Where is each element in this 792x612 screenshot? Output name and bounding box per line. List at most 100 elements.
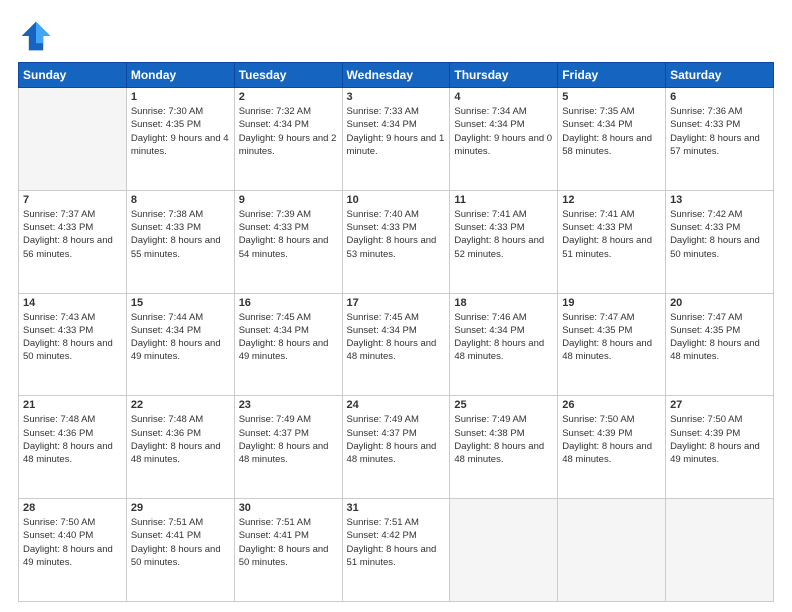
header xyxy=(18,18,774,54)
day-number: 27 xyxy=(670,399,769,411)
sunset-line: Sunset: 4:33 PM xyxy=(131,221,230,234)
sunrise-line: Sunrise: 7:48 AM xyxy=(131,413,230,426)
weekday-header-friday: Friday xyxy=(558,63,666,88)
calendar-cell: 4 Sunrise: 7:34 AM Sunset: 4:34 PM Dayli… xyxy=(450,88,558,191)
sunrise-line: Sunrise: 7:43 AM xyxy=(23,311,122,324)
daylight-label: Daylight: 9 hours and 2 minutes. xyxy=(239,132,338,159)
day-number: 20 xyxy=(670,297,769,309)
day-number: 29 xyxy=(131,502,230,514)
daylight-label: Daylight: 8 hours and 48 minutes. xyxy=(239,440,338,467)
day-number: 7 xyxy=(23,194,122,206)
sunset-line: Sunset: 4:37 PM xyxy=(239,427,338,440)
weekday-header-sunday: Sunday xyxy=(19,63,127,88)
calendar-cell: 3 Sunrise: 7:33 AM Sunset: 4:34 PM Dayli… xyxy=(342,88,450,191)
calendar-cell: 1 Sunrise: 7:30 AM Sunset: 4:35 PM Dayli… xyxy=(126,88,234,191)
day-number: 30 xyxy=(239,502,338,514)
calendar-cell: 5 Sunrise: 7:35 AM Sunset: 4:34 PM Dayli… xyxy=(558,88,666,191)
sunrise-line: Sunrise: 7:30 AM xyxy=(131,105,230,118)
sunset-line: Sunset: 4:33 PM xyxy=(670,118,769,131)
sunrise-line: Sunrise: 7:33 AM xyxy=(347,105,446,118)
daylight-label: Daylight: 8 hours and 48 minutes. xyxy=(131,440,230,467)
daylight-label: Daylight: 8 hours and 48 minutes. xyxy=(454,337,553,364)
day-number: 1 xyxy=(131,91,230,103)
daylight-label: Daylight: 8 hours and 50 minutes. xyxy=(131,543,230,570)
day-number: 21 xyxy=(23,399,122,411)
weekday-header-saturday: Saturday xyxy=(666,63,774,88)
sunset-line: Sunset: 4:33 PM xyxy=(670,221,769,234)
day-number: 2 xyxy=(239,91,338,103)
calendar-cell xyxy=(450,499,558,602)
day-number: 24 xyxy=(347,399,446,411)
sunrise-line: Sunrise: 7:41 AM xyxy=(562,208,661,221)
day-number: 14 xyxy=(23,297,122,309)
calendar-cell: 16 Sunrise: 7:45 AM Sunset: 4:34 PM Dayl… xyxy=(234,293,342,396)
sunset-line: Sunset: 4:42 PM xyxy=(347,529,446,542)
daylight-label: Daylight: 8 hours and 55 minutes. xyxy=(131,234,230,261)
sunrise-line: Sunrise: 7:48 AM xyxy=(23,413,122,426)
sunset-line: Sunset: 4:37 PM xyxy=(347,427,446,440)
calendar-cell: 14 Sunrise: 7:43 AM Sunset: 4:33 PM Dayl… xyxy=(19,293,127,396)
week-row-2: 7 Sunrise: 7:37 AM Sunset: 4:33 PM Dayli… xyxy=(19,190,774,293)
sunset-line: Sunset: 4:41 PM xyxy=(131,529,230,542)
calendar-cell: 31 Sunrise: 7:51 AM Sunset: 4:42 PM Dayl… xyxy=(342,499,450,602)
weekday-header-monday: Monday xyxy=(126,63,234,88)
calendar-cell: 6 Sunrise: 7:36 AM Sunset: 4:33 PM Dayli… xyxy=(666,88,774,191)
daylight-label: Daylight: 8 hours and 49 minutes. xyxy=(23,543,122,570)
calendar-cell: 23 Sunrise: 7:49 AM Sunset: 4:37 PM Dayl… xyxy=(234,396,342,499)
calendar-cell: 29 Sunrise: 7:51 AM Sunset: 4:41 PM Dayl… xyxy=(126,499,234,602)
weekday-header-wednesday: Wednesday xyxy=(342,63,450,88)
daylight-label: Daylight: 8 hours and 49 minutes. xyxy=(131,337,230,364)
calendar-cell: 8 Sunrise: 7:38 AM Sunset: 4:33 PM Dayli… xyxy=(126,190,234,293)
sunrise-line: Sunrise: 7:51 AM xyxy=(239,516,338,529)
sunset-line: Sunset: 4:36 PM xyxy=(23,427,122,440)
sunrise-line: Sunrise: 7:41 AM xyxy=(454,208,553,221)
sunset-line: Sunset: 4:34 PM xyxy=(562,118,661,131)
daylight-label: Daylight: 8 hours and 50 minutes. xyxy=(670,234,769,261)
calendar-cell: 15 Sunrise: 7:44 AM Sunset: 4:34 PM Dayl… xyxy=(126,293,234,396)
calendar-cell: 19 Sunrise: 7:47 AM Sunset: 4:35 PM Dayl… xyxy=(558,293,666,396)
calendar-cell: 27 Sunrise: 7:50 AM Sunset: 4:39 PM Dayl… xyxy=(666,396,774,499)
sunrise-line: Sunrise: 7:45 AM xyxy=(347,311,446,324)
sunset-line: Sunset: 4:34 PM xyxy=(454,324,553,337)
calendar-cell: 11 Sunrise: 7:41 AM Sunset: 4:33 PM Dayl… xyxy=(450,190,558,293)
daylight-label: Daylight: 9 hours and 0 minutes. xyxy=(454,132,553,159)
calendar-cell: 30 Sunrise: 7:51 AM Sunset: 4:41 PM Dayl… xyxy=(234,499,342,602)
calendar-cell xyxy=(558,499,666,602)
sunset-line: Sunset: 4:36 PM xyxy=(131,427,230,440)
sunset-line: Sunset: 4:41 PM xyxy=(239,529,338,542)
sunrise-line: Sunrise: 7:35 AM xyxy=(562,105,661,118)
daylight-label: Daylight: 8 hours and 48 minutes. xyxy=(562,440,661,467)
calendar-cell: 22 Sunrise: 7:48 AM Sunset: 4:36 PM Dayl… xyxy=(126,396,234,499)
sunrise-line: Sunrise: 7:39 AM xyxy=(239,208,338,221)
sunrise-line: Sunrise: 7:45 AM xyxy=(239,311,338,324)
sunset-line: Sunset: 4:35 PM xyxy=(562,324,661,337)
week-row-3: 14 Sunrise: 7:43 AM Sunset: 4:33 PM Dayl… xyxy=(19,293,774,396)
calendar-cell xyxy=(19,88,127,191)
day-number: 18 xyxy=(454,297,553,309)
sunrise-line: Sunrise: 7:42 AM xyxy=(670,208,769,221)
daylight-label: Daylight: 8 hours and 48 minutes. xyxy=(347,337,446,364)
calendar-cell: 21 Sunrise: 7:48 AM Sunset: 4:36 PM Dayl… xyxy=(19,396,127,499)
week-row-4: 21 Sunrise: 7:48 AM Sunset: 4:36 PM Dayl… xyxy=(19,396,774,499)
daylight-label: Daylight: 8 hours and 57 minutes. xyxy=(670,132,769,159)
calendar-cell xyxy=(666,499,774,602)
daylight-label: Daylight: 9 hours and 1 minute. xyxy=(347,132,446,159)
week-row-5: 28 Sunrise: 7:50 AM Sunset: 4:40 PM Dayl… xyxy=(19,499,774,602)
sunrise-line: Sunrise: 7:47 AM xyxy=(562,311,661,324)
sunrise-line: Sunrise: 7:44 AM xyxy=(131,311,230,324)
daylight-label: Daylight: 8 hours and 50 minutes. xyxy=(23,337,122,364)
day-number: 4 xyxy=(454,91,553,103)
day-number: 22 xyxy=(131,399,230,411)
calendar-cell: 17 Sunrise: 7:45 AM Sunset: 4:34 PM Dayl… xyxy=(342,293,450,396)
sunset-line: Sunset: 4:34 PM xyxy=(454,118,553,131)
sunrise-line: Sunrise: 7:51 AM xyxy=(131,516,230,529)
sunset-line: Sunset: 4:33 PM xyxy=(562,221,661,234)
calendar-cell: 10 Sunrise: 7:40 AM Sunset: 4:33 PM Dayl… xyxy=(342,190,450,293)
sunset-line: Sunset: 4:39 PM xyxy=(670,427,769,440)
day-number: 9 xyxy=(239,194,338,206)
sunset-line: Sunset: 4:33 PM xyxy=(23,324,122,337)
sunrise-line: Sunrise: 7:36 AM xyxy=(670,105,769,118)
daylight-label: Daylight: 8 hours and 48 minutes. xyxy=(562,337,661,364)
sunset-line: Sunset: 4:33 PM xyxy=(23,221,122,234)
day-number: 11 xyxy=(454,194,553,206)
